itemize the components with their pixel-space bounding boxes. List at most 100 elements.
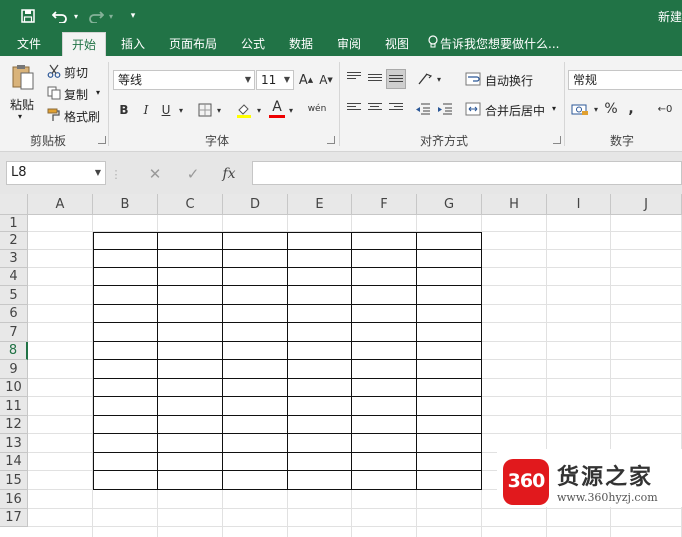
align-right-icon[interactable]	[389, 103, 403, 115]
redo-icon[interactable]	[86, 7, 106, 25]
table-cell[interactable]	[93, 434, 158, 453]
table-cell[interactable]	[93, 323, 158, 342]
customize-quick-access-icon[interactable]: ▾	[126, 7, 140, 25]
save-icon[interactable]	[18, 7, 38, 25]
table-cell[interactable]	[158, 268, 223, 286]
table-cell[interactable]	[223, 416, 288, 434]
table-cell[interactable]	[93, 342, 158, 360]
paste-icon[interactable]	[6, 62, 40, 92]
row-header-11[interactable]: 11	[0, 397, 28, 416]
column-header-f[interactable]: F	[352, 194, 417, 215]
table-cell[interactable]	[417, 342, 482, 360]
table-cell[interactable]	[223, 360, 288, 379]
table-cell[interactable]	[352, 471, 417, 490]
table-cell[interactable]	[93, 360, 158, 379]
merge-center-icon[interactable]	[464, 100, 482, 118]
tab-file[interactable]: 文件	[8, 32, 50, 56]
align-middle-icon[interactable]	[368, 74, 382, 86]
table-cell[interactable]	[417, 453, 482, 471]
table-cell[interactable]	[93, 416, 158, 434]
row-header-8[interactable]: 8	[0, 342, 28, 360]
align-bottom-icon[interactable]	[386, 69, 406, 89]
undo-dropdown-icon[interactable]: ▾	[71, 7, 81, 25]
table-cell[interactable]	[417, 434, 482, 453]
table-cell[interactable]	[158, 397, 223, 416]
table-cell[interactable]	[352, 434, 417, 453]
format-painter-button[interactable]: 格式刷	[64, 108, 100, 125]
table-cell[interactable]	[93, 232, 158, 250]
column-header-i[interactable]: I	[547, 194, 611, 215]
orientation-icon[interactable]	[416, 70, 434, 88]
table-cell[interactable]	[158, 360, 223, 379]
formula-input[interactable]	[252, 161, 682, 185]
table-cell[interactable]	[93, 268, 158, 286]
name-box[interactable]: L8 ▼	[6, 161, 106, 185]
column-header-a[interactable]: A	[28, 194, 93, 215]
table-cell[interactable]	[352, 286, 417, 305]
table-cell[interactable]	[93, 305, 158, 323]
increase-decimal-button[interactable]: ←0	[652, 100, 678, 118]
table-cell[interactable]	[223, 434, 288, 453]
tab-data[interactable]: 数据	[280, 32, 322, 56]
column-header-d[interactable]: D	[223, 194, 288, 215]
table-cell[interactable]	[223, 268, 288, 286]
table-cell[interactable]	[417, 232, 482, 250]
row-header-17[interactable]: 17	[0, 509, 28, 527]
table-cell[interactable]	[158, 305, 223, 323]
scissors-icon[interactable]	[46, 64, 62, 78]
column-header-h[interactable]: H	[482, 194, 547, 215]
paste-dropdown-icon[interactable]: ▾	[18, 112, 22, 121]
merge-center-button[interactable]: 合并后居中	[485, 102, 545, 119]
table-cell[interactable]	[158, 416, 223, 434]
font-size-select[interactable]: 11 ▼	[256, 70, 294, 90]
fill-color-dropdown-icon[interactable]: ▾	[254, 100, 264, 120]
row-header-13[interactable]: 13	[0, 434, 28, 453]
bold-button[interactable]: B	[116, 100, 132, 120]
phonetic-guide-button[interactable]: wén	[306, 98, 328, 120]
alignment-launcher-icon[interactable]	[553, 136, 561, 144]
table-cell[interactable]	[288, 434, 352, 453]
tab-page-layout[interactable]: 页面布局	[162, 32, 224, 56]
table-cell[interactable]	[417, 416, 482, 434]
table-cell[interactable]	[223, 453, 288, 471]
table-cell[interactable]	[352, 323, 417, 342]
select-all-corner[interactable]	[0, 194, 28, 215]
borders-dropdown-icon[interactable]: ▾	[214, 100, 224, 120]
row-header-10[interactable]: 10	[0, 379, 28, 397]
table-cell[interactable]	[417, 268, 482, 286]
underline-button[interactable]: U	[158, 100, 174, 120]
wrap-text-icon[interactable]	[464, 70, 482, 88]
table-cell[interactable]	[417, 305, 482, 323]
table-cell[interactable]	[223, 305, 288, 323]
undo-icon[interactable]	[50, 7, 70, 25]
table-cell[interactable]	[288, 232, 352, 250]
percent-style-button[interactable]: %	[602, 100, 620, 118]
row-header-6[interactable]: 6	[0, 305, 28, 323]
table-cell[interactable]	[352, 342, 417, 360]
copy-button[interactable]: 复制	[64, 86, 88, 103]
row-header-9[interactable]: 9	[0, 360, 28, 379]
fill-color-icon[interactable]	[234, 100, 254, 120]
table-cell[interactable]	[223, 471, 288, 490]
table-cell[interactable]	[288, 286, 352, 305]
font-launcher-icon[interactable]	[327, 136, 335, 144]
tab-formulas[interactable]: 公式	[232, 32, 274, 56]
redo-dropdown-icon[interactable]: ▾	[106, 7, 116, 25]
table-cell[interactable]	[352, 360, 417, 379]
table-cell[interactable]	[352, 416, 417, 434]
column-header-g[interactable]: G	[417, 194, 482, 215]
row-header-4[interactable]: 4	[0, 268, 28, 286]
table-cell[interactable]	[288, 416, 352, 434]
tab-home[interactable]: 开始	[62, 32, 106, 56]
table-cell[interactable]	[288, 305, 352, 323]
accounting-format-icon[interactable]	[570, 100, 590, 118]
insert-function-button[interactable]: fx	[218, 165, 240, 183]
table-cell[interactable]	[223, 250, 288, 268]
clipboard-launcher-icon[interactable]	[98, 136, 106, 144]
table-cell[interactable]	[288, 268, 352, 286]
underline-dropdown-icon[interactable]: ▾	[176, 100, 186, 120]
table-cell[interactable]	[93, 397, 158, 416]
column-header-j[interactable]: J	[611, 194, 682, 215]
table-cell[interactable]	[158, 342, 223, 360]
table-cell[interactable]	[417, 397, 482, 416]
